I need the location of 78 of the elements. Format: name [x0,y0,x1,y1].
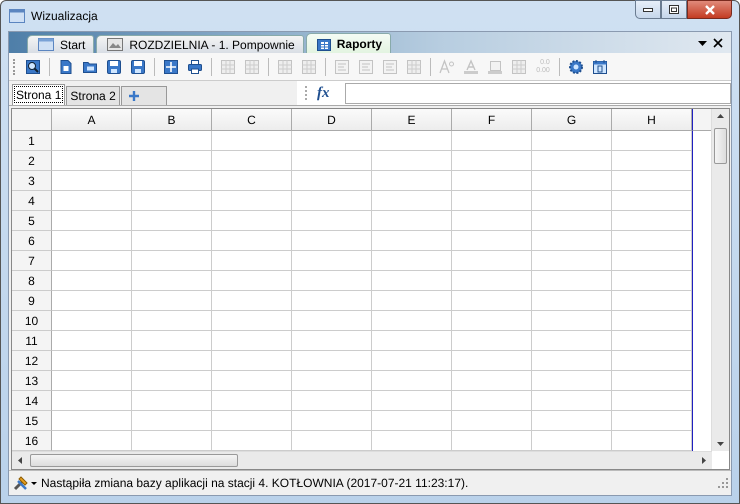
row-header[interactable]: 14 [12,391,52,411]
scrollbar-thumb[interactable] [714,128,727,164]
window-icon [9,9,25,23]
document-tab[interactable]: Raporty [306,33,392,53]
close-icon[interactable] [713,38,723,48]
caret-icon [31,482,37,484]
column-header[interactable]: G [532,109,612,131]
grid-icon [244,58,260,74]
row-header[interactable]: 10 [12,311,52,331]
maximize-icon [669,5,679,14]
column-header[interactable]: F [452,109,532,131]
row-header[interactable]: 5 [12,211,52,231]
scrollbar-thumb[interactable] [30,454,238,467]
row-header[interactable]: 15 [12,411,52,431]
vertical-scrollbar[interactable] [711,109,729,451]
document-tab[interactable]: ROZDZIELNIA - 1. Pompownie [96,35,304,53]
row-header[interactable]: 6 [12,231,52,251]
document-tab[interactable]: Start [27,35,94,53]
arrow-left-icon[interactable] [18,457,22,464]
row-header[interactable]: 2 [12,151,52,171]
column-header[interactable]: H [612,109,692,131]
row-header[interactable]: 13 [12,371,52,391]
select-all-corner[interactable] [12,109,52,131]
status-message: Nastąpiła zmiana bazy aplikacji na stacji 4. KOTŁOWNIA (2017-07-21 11:23:17). [41,476,468,490]
magnifier-icon [25,58,41,74]
row-header[interactable]: 16 [12,431,52,451]
row-header[interactable]: 9 [12,291,52,311]
column-header[interactable]: B [132,109,212,131]
sheet-tab[interactable]: Strona 1 [12,84,66,105]
arrow-down-icon[interactable] [717,442,724,446]
formula-label: fx [317,84,330,102]
grid-icon [277,58,293,74]
printer-icon [187,58,203,74]
row-header[interactable]: 8 [12,271,52,291]
row-header[interactable]: 7 [12,251,52,271]
column-header[interactable]: A [52,109,132,131]
close-icon [704,4,716,14]
picture-icon [107,38,124,51]
tools-icon [12,474,30,492]
window-icon [38,38,54,51]
dropdown-icon[interactable] [698,40,707,46]
grid-icon [406,58,422,74]
fill-color-icon [487,58,503,74]
report-icon [316,36,331,50]
plus-icon [163,58,179,74]
grid-icon [220,58,236,74]
text-align-icon [382,58,398,74]
resize-grip-icon[interactable] [718,478,728,488]
close-button[interactable] [687,0,732,19]
row-header[interactable]: 11 [12,331,52,351]
plus-icon [128,90,140,102]
font-size-icon [439,58,455,74]
maximize-button[interactable] [661,0,687,19]
row-header[interactable]: 4 [12,191,52,211]
column-header[interactable]: C [212,109,292,131]
column-header[interactable]: D [292,109,372,131]
grid-icon [511,58,527,74]
formula-field[interactable] [345,82,731,104]
arrow-up-icon[interactable] [717,114,724,118]
text-align-icon [334,58,350,74]
row-header[interactable]: 3 [12,171,52,191]
grid-icon [301,58,317,74]
row-header[interactable]: 1 [12,131,52,151]
tools-dropdown-button[interactable] [12,474,37,492]
horizontal-scrollbar[interactable] [12,451,712,469]
calendar-icon [592,58,608,74]
row-header[interactable]: 12 [12,351,52,371]
minimize-icon [643,8,653,12]
document-icon [58,58,74,74]
arrow-right-icon[interactable] [702,457,706,464]
gear-icon [568,58,584,74]
column-header[interactable]: E [372,109,452,131]
add-sheet-button[interactable] [120,86,167,105]
window-title: Wizualizacja [31,9,98,23]
sheet-tab[interactable]: Strona 2 [66,86,120,105]
minimize-button[interactable] [635,0,661,19]
font-color-icon [463,58,479,74]
text-align-icon [358,58,374,74]
